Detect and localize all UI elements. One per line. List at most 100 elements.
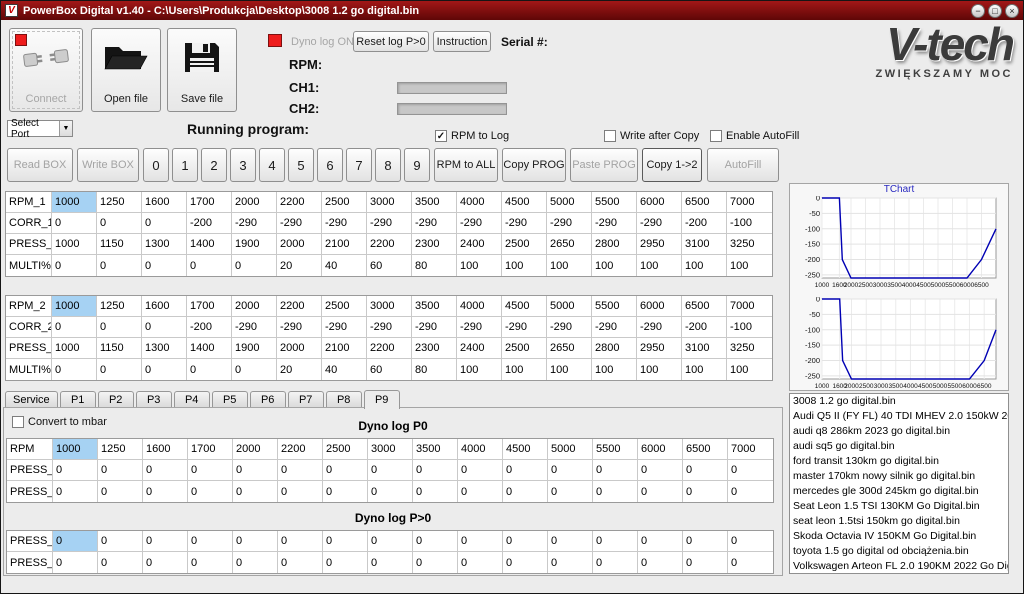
grid-cell[interactable]: 2650 [547, 338, 592, 359]
grid-cell[interactable]: 2400 [457, 338, 502, 359]
grid-cell[interactable]: 1600 [143, 439, 188, 460]
grid-cell[interactable]: 4500 [502, 192, 547, 213]
grid-cell[interactable]: 0 [503, 531, 548, 552]
grid-cell[interactable]: 2200 [277, 296, 322, 317]
grid-cell[interactable]: 0 [233, 552, 278, 573]
grid-cell[interactable]: 4500 [503, 439, 548, 460]
grid-cell[interactable]: 0 [548, 552, 593, 573]
grid-cell[interactable]: 100 [592, 255, 637, 276]
minimize-button[interactable]: − [971, 4, 985, 18]
grid-cell[interactable]: 3500 [412, 296, 457, 317]
grid-cell[interactable]: 1400 [187, 234, 232, 255]
enable-autofill-checkbox[interactable]: Enable AutoFill [710, 130, 799, 142]
grid-cell[interactable]: 0 [728, 531, 773, 552]
grid-cell[interactable]: 1250 [97, 296, 142, 317]
grid-cell[interactable]: 0 [458, 481, 503, 502]
autofill-button[interactable]: AutoFill [707, 148, 779, 182]
grid-cell[interactable]: 0 [503, 460, 548, 481]
grid-cell[interactable]: 1300 [142, 338, 187, 359]
tab-p6[interactable]: P6 [250, 391, 286, 408]
grid-cell[interactable]: 100 [547, 255, 592, 276]
grid-cell[interactable]: 0 [593, 460, 638, 481]
paste-prog-button[interactable]: Paste PROG [570, 148, 638, 182]
grid-cell[interactable]: 0 [52, 255, 97, 276]
grid-cell[interactable]: 0 [187, 255, 232, 276]
file-item[interactable]: toyota 1.5 go digital od obciążenia.bin [790, 544, 1008, 559]
grid-cell[interactable]: 0 [503, 481, 548, 502]
grid-cell[interactable]: 0 [458, 531, 503, 552]
grid-cell[interactable]: 1400 [187, 338, 232, 359]
grid-cell[interactable]: 100 [457, 359, 502, 380]
grid-cell[interactable]: 2650 [547, 234, 592, 255]
file-item[interactable]: audi sq5 go digital.bin [790, 439, 1008, 454]
grid-cell[interactable]: -290 [412, 317, 457, 338]
grid-cell[interactable]: 0 [728, 460, 773, 481]
grid-cell[interactable]: 0 [143, 481, 188, 502]
grid-cell[interactable]: 3000 [367, 296, 412, 317]
file-item[interactable]: 3008 1.2 go digital.bin [790, 394, 1008, 409]
grid-cell[interactable]: -200 [187, 317, 232, 338]
grid-cell[interactable]: 7000 [728, 439, 773, 460]
grid-cell[interactable]: 0 [458, 552, 503, 573]
grid-cell[interactable]: 0 [548, 460, 593, 481]
tab-p4[interactable]: P4 [174, 391, 210, 408]
grid-cell[interactable]: -290 [412, 213, 457, 234]
instruction-button[interactable]: Instruction [433, 31, 491, 52]
grid-cell[interactable]: 2950 [637, 338, 682, 359]
number-button-5[interactable]: 5 [288, 148, 314, 182]
grid-cell[interactable]: 0 [593, 481, 638, 502]
grid-cell[interactable]: 40 [322, 255, 367, 276]
grid-cell[interactable]: 80 [412, 255, 457, 276]
grid-cell[interactable]: 4000 [457, 296, 502, 317]
grid-cell[interactable]: 0 [53, 552, 98, 573]
grid-cell[interactable]: 0 [413, 460, 458, 481]
grid-cell[interactable]: 0 [638, 531, 683, 552]
tab-p3[interactable]: P3 [136, 391, 172, 408]
grid-cell[interactable]: 2000 [232, 192, 277, 213]
grid-cell[interactable]: 0 [233, 481, 278, 502]
file-item[interactable]: Audi Q5 II (FY FL) 40 TDI MHEV 2.0 150kW… [790, 409, 1008, 424]
grid-cell[interactable]: -290 [322, 317, 367, 338]
grid-cell[interactable]: 100 [502, 255, 547, 276]
grid-cell[interactable]: 2500 [502, 338, 547, 359]
grid-cell[interactable]: 0 [458, 460, 503, 481]
grid-cell[interactable]: 1700 [187, 192, 232, 213]
read-box-button[interactable]: Read BOX [7, 148, 73, 182]
reset-log-button[interactable]: Reset log P>0 [353, 31, 429, 52]
grid-cell[interactable]: 20 [277, 359, 322, 380]
write-box-button[interactable]: Write BOX [77, 148, 139, 182]
grid-cell[interactable]: 1000 [52, 192, 97, 213]
tab-p5[interactable]: P5 [212, 391, 248, 408]
grid-cell[interactable]: 5000 [548, 439, 593, 460]
grid-cell[interactable]: 0 [278, 531, 323, 552]
file-item[interactable]: mercedes gle 300d 245km go digital.bin [790, 484, 1008, 499]
grid-cell[interactable]: -200 [682, 213, 727, 234]
grid-cell[interactable]: 6000 [638, 439, 683, 460]
grid-cell[interactable]: 1700 [187, 296, 232, 317]
grid-cell[interactable]: 6500 [682, 192, 727, 213]
grid-cell[interactable]: 5500 [592, 296, 637, 317]
grid-cell[interactable]: 0 [98, 460, 143, 481]
grid-cell[interactable]: 0 [323, 552, 368, 573]
tab-p7[interactable]: P7 [288, 391, 324, 408]
grid-cell[interactable]: 4000 [457, 192, 502, 213]
number-button-7[interactable]: 7 [346, 148, 372, 182]
grid-cell[interactable]: 100 [637, 255, 682, 276]
grid-cell[interactable]: 6500 [682, 296, 727, 317]
file-item[interactable]: ford transit 130km go digital.bin [790, 454, 1008, 469]
grid-cell[interactable]: 0 [728, 552, 773, 573]
grid-cell[interactable]: 0 [503, 552, 548, 573]
file-item[interactable]: Seat Leon 1.5 TSI 130KM Go Digital.bin [790, 499, 1008, 514]
grid-cell[interactable]: 100 [457, 255, 502, 276]
tab-service[interactable]: Service [5, 391, 58, 408]
grid-cell[interactable]: 2400 [457, 234, 502, 255]
rpm-to-log-checkbox[interactable]: ✓ RPM to Log [435, 130, 509, 142]
grid-cell[interactable]: 100 [502, 359, 547, 380]
grid-cell[interactable]: 0 [232, 359, 277, 380]
grid-cell[interactable]: 0 [683, 552, 728, 573]
grid-cell[interactable]: -290 [637, 213, 682, 234]
grid-cell[interactable]: 5500 [592, 192, 637, 213]
grid-cell[interactable]: 0 [638, 481, 683, 502]
grid-cell[interactable]: 2200 [277, 192, 322, 213]
grid-cell[interactable]: -290 [547, 317, 592, 338]
